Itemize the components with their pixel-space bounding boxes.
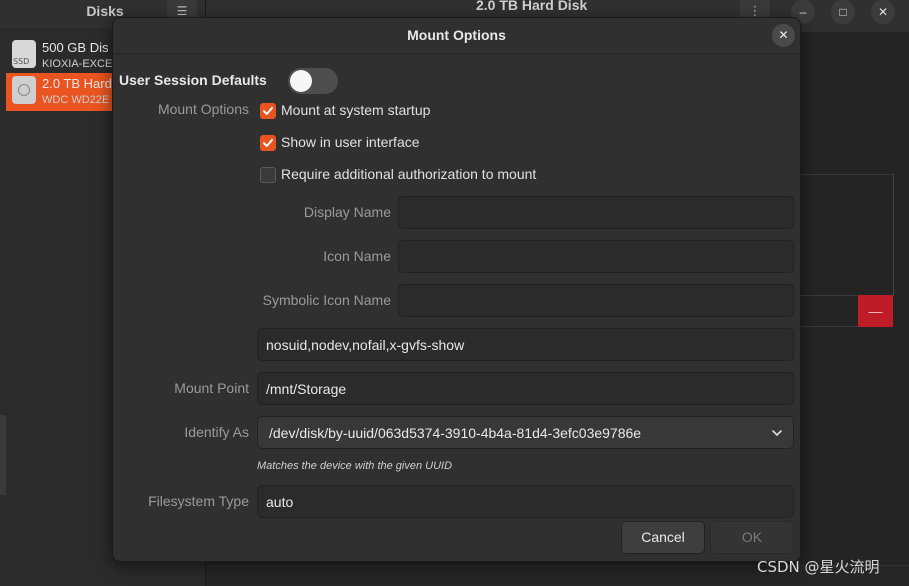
cancel-button[interactable]: Cancel <box>621 521 705 554</box>
filesystem-type-field[interactable] <box>257 485 794 518</box>
symbolic-icon-name-field[interactable] <box>398 284 794 317</box>
ok-button[interactable]: OK <box>710 521 794 554</box>
volume-map <box>800 174 894 296</box>
checkbox-checked-icon <box>260 135 276 151</box>
window-close-icon[interactable]: ✕ <box>871 0 895 24</box>
disk-header-title: 2.0 TB Hard Disk <box>476 0 588 13</box>
disk-model: KIOXIA-EXCE <box>42 58 113 70</box>
sidebar-edge <box>0 415 6 495</box>
require-authorization-checkbox[interactable]: Require additional authorization to moun… <box>260 166 590 184</box>
filesystem-type-label: Filesystem Type <box>148 493 249 509</box>
mount-point-field[interactable] <box>257 372 794 405</box>
watermark: CSDN @星火流明 <box>757 558 880 576</box>
mount-options-string-field[interactable] <box>257 328 794 361</box>
disk-name: 500 GB Dis <box>42 40 109 55</box>
delete-partition-button[interactable]: — <box>858 295 893 327</box>
dialog-header: Mount Options ✕ <box>113 18 800 54</box>
checkbox-label: Require additional authorization to moun… <box>281 166 537 182</box>
symbolic-icon-name-label: Symbolic Icon Name <box>262 292 391 308</box>
hard-disk-icon <box>12 76 36 104</box>
checkbox-checked-icon <box>260 103 276 119</box>
mount-at-startup-checkbox[interactable]: Mount at system startup <box>260 102 480 120</box>
display-name-field[interactable] <box>398 196 794 229</box>
checkbox-label: Show in user interface <box>281 134 420 150</box>
identify-as-hint: Matches the device with the given UUID <box>257 460 453 472</box>
checkbox-label: Mount at system startup <box>281 102 431 118</box>
mount-point-label: Mount Point <box>174 380 249 396</box>
disk-name: 2.0 TB Hard <box>42 76 112 91</box>
dialog-title: Mount Options <box>407 27 506 43</box>
icon-name-label: Icon Name <box>323 248 391 264</box>
user-session-defaults-switch[interactable] <box>288 68 338 94</box>
mount-options-dialog: Mount Options ✕ User Session Defaults Mo… <box>112 17 801 562</box>
disk-model: WDC WD22E <box>42 94 110 106</box>
checkbox-unchecked-icon <box>260 167 276 183</box>
mount-options-label: Mount Options <box>157 101 249 117</box>
maximize-icon[interactable]: □ <box>831 0 855 24</box>
display-name-label: Display Name <box>303 204 391 220</box>
identify-as-value: /dev/disk/by-uuid/063d5374-3910-4b4a-81d… <box>269 425 642 441</box>
switch-knob <box>290 70 312 92</box>
ssd-icon: SSD <box>12 40 36 68</box>
identify-as-dropdown[interactable]: /dev/disk/by-uuid/063d5374-3910-4b4a-81d… <box>257 416 794 449</box>
user-session-defaults-label: User Session Defaults <box>119 72 267 88</box>
volume-toolbar <box>800 295 858 327</box>
close-icon[interactable]: ✕ <box>772 24 795 47</box>
show-in-ui-checkbox[interactable]: Show in user interface <box>260 134 480 152</box>
identify-as-label: Identify As <box>184 424 249 440</box>
chevron-down-icon <box>772 430 782 436</box>
icon-name-field[interactable] <box>398 240 794 273</box>
